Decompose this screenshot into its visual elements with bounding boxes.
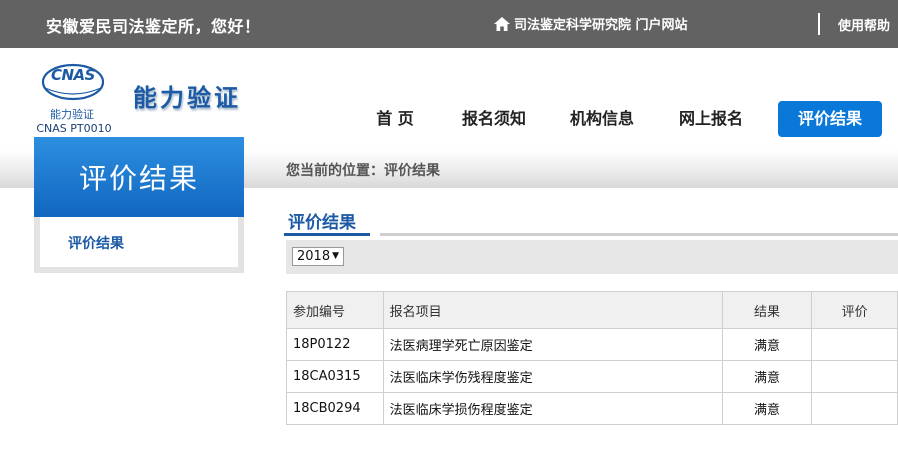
breadcrumb: 您当前的位置：评价结果 (286, 163, 440, 179)
sidebar: 评价结果 (34, 217, 244, 273)
table-row: 18CA0315 法医临床学伤残程度鉴定 满意 (286, 360, 898, 393)
nav-online-registration[interactable]: 网上报名 (656, 101, 766, 137)
cell-result: 满意 (721, 392, 813, 425)
cell-evaluation (811, 392, 898, 425)
section-title: 评价结果 (288, 213, 356, 233)
cell-result: 满意 (721, 360, 813, 393)
results-table: 参加编号 报名项目 结果 评价 18P0122 法医病理学死亡原因鉴定 满意 1… (286, 291, 898, 425)
nav-registration-notice[interactable]: 报名须知 (440, 101, 548, 137)
cell-id: 18CB0294 (286, 392, 384, 425)
portal-link[interactable]: 司法鉴定科学研究院 门户网站 (494, 14, 688, 33)
filter-bar: 2018 ▼ (286, 240, 898, 274)
home-icon (494, 16, 510, 31)
help-link[interactable]: 使用帮助 (838, 15, 890, 34)
sidebar-header: 评价结果 (34, 137, 244, 217)
column-header-id: 参加编号 (286, 291, 384, 329)
logo-code: CNAS PT0010 (36, 122, 112, 135)
column-header-result: 结果 (721, 291, 813, 329)
cell-item: 法医临床学损伤程度鉴定 (382, 392, 723, 425)
year-select-value: 2018 (297, 249, 331, 264)
sidebar-item-evaluation-results[interactable]: 评价结果 (68, 233, 124, 253)
section-title-underline (284, 233, 370, 236)
cell-result: 满意 (721, 328, 813, 361)
table-header-row: 参加编号 报名项目 结果 评价 (286, 291, 898, 329)
topbar-divider (818, 13, 820, 35)
cell-item: 法医临床学伤残程度鉴定 (382, 360, 723, 393)
dropdown-arrow-icon: ▼ (332, 251, 339, 261)
logo-subtitle: 能力验证 (50, 108, 94, 121)
section-divider (380, 233, 898, 236)
cell-id: 18CA0315 (286, 360, 384, 393)
nav-evaluation-results[interactable]: 评价结果 (778, 101, 882, 137)
cnas-logo[interactable]: CNAS 能力验证 CNAS PT0010 (36, 60, 114, 136)
table-row: 18CB0294 法医临床学损伤程度鉴定 满意 (286, 392, 898, 425)
portal-label: 司法鉴定科学研究院 门户网站 (514, 18, 688, 33)
site-title: 能力验证 (133, 84, 241, 112)
table-row: 18P0122 法医病理学死亡原因鉴定 满意 (286, 328, 898, 361)
cell-evaluation (811, 360, 898, 393)
cell-evaluation (811, 328, 898, 361)
top-bar: 安徽爱民司法鉴定所，您好！ 司法鉴定科学研究院 门户网站 使用帮助 (0, 0, 898, 48)
cell-item: 法医病理学死亡原因鉴定 (382, 328, 723, 361)
main-nav: 首 页 报名须知 机构信息 网上报名 评价结果 (350, 101, 882, 137)
cnas-mark-text: CNAS (51, 66, 95, 84)
nav-institution-info[interactable]: 机构信息 (548, 101, 656, 137)
sidebar-title: 评价结果 (78, 162, 199, 195)
sidebar-menu: 评价结果 (40, 217, 238, 267)
year-select[interactable]: 2018 ▼ (292, 247, 344, 266)
column-header-item: 报名项目 (382, 291, 723, 329)
column-header-evaluation: 评价 (811, 291, 898, 329)
greeting-text: 安徽爱民司法鉴定所，您好！ (46, 17, 261, 36)
nav-home[interactable]: 首 页 (350, 101, 440, 137)
cell-id: 18P0122 (286, 328, 384, 361)
